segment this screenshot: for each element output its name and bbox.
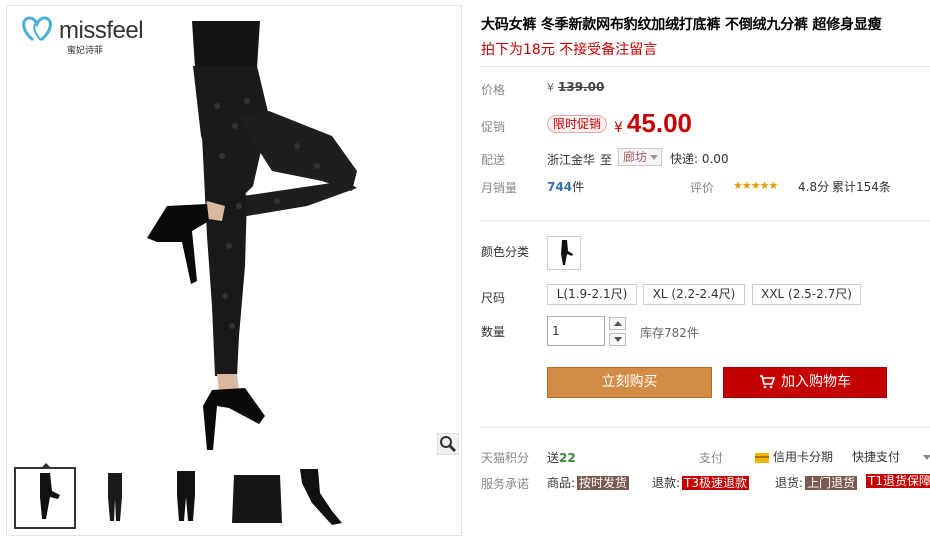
- destination-select[interactable]: 廊坊: [618, 148, 662, 166]
- shipping-fee: 快递: 0.00: [670, 152, 729, 166]
- service-badge: 按时发货: [577, 476, 630, 490]
- color-label: 颜色分类: [481, 245, 530, 259]
- add-to-cart-label: 加入购物车: [781, 374, 851, 390]
- product-info: 大码女裤 冬季新款网布豹纹加绒打底裤 不倒绒九分裤 超修身显瘦 拍下为18元 不…: [481, 0, 930, 541]
- cart-icon: [760, 375, 775, 389]
- quantity-increase-button[interactable]: [609, 317, 626, 330]
- sales-unit: 件: [572, 180, 585, 194]
- quantity-decrease-button[interactable]: [609, 333, 626, 346]
- promotion-price: ¥45.00: [614, 108, 692, 139]
- shipping-to: 至: [600, 153, 613, 167]
- swatch-image: [561, 240, 573, 265]
- size-label: 尺码: [481, 291, 506, 305]
- size-option-xl[interactable]: XL (2.2-2.4尺): [643, 284, 745, 305]
- points-label: 天猫积分: [481, 451, 530, 465]
- thumbnail-image: [108, 473, 122, 521]
- shipping-origin: 浙江金华: [547, 153, 596, 167]
- main-product-image[interactable]: missfeel 蜜妃诗菲: [7, 6, 461, 457]
- promo-note: 拍下为18元 不接受备注留言: [481, 42, 658, 58]
- zoom-button[interactable]: [437, 433, 459, 455]
- thumbnail-2[interactable]: [86, 467, 148, 529]
- service-refund: 退款: T3极速退款: [652, 474, 751, 491]
- thumbnail-5[interactable]: [298, 467, 360, 529]
- monthly-sales-label: 月销量: [481, 181, 518, 195]
- shipping-label: 配送: [481, 153, 506, 167]
- divider: [481, 427, 930, 428]
- star-rating-icon: ★★★★★: [733, 179, 778, 192]
- thumbnail-image: [300, 469, 342, 525]
- promotion-price-value: 45.00: [626, 108, 692, 138]
- thumbnail-3[interactable]: [157, 467, 219, 529]
- points-value: 22: [559, 451, 576, 465]
- magnifier-icon: [440, 436, 457, 453]
- promotion-tag: 限时促销: [547, 115, 608, 133]
- buy-now-button[interactable]: 立刻购买: [547, 367, 712, 398]
- monthly-sales: 744件: [547, 178, 584, 195]
- currency-symbol: ¥: [614, 120, 623, 136]
- credit-installment-label: 信用卡分期: [773, 450, 834, 464]
- service-badge: T1退货保障: [866, 474, 930, 488]
- service-guarantee: T1退货保障: [864, 474, 930, 489]
- leggings-model-image: [147, 21, 357, 450]
- quantity-input[interactable]: 1: [547, 316, 605, 346]
- service-prefix: 商品:: [547, 476, 576, 490]
- rating-label: 评价: [690, 181, 715, 195]
- product-title: 大码女裤 冬季新款网布豹纹加绒打底裤 不倒绒九分裤 超修身显瘦: [481, 17, 882, 33]
- points-reward: 送22: [547, 449, 576, 466]
- service-goods: 商品: 按时发货: [547, 474, 631, 491]
- service-badge: T3极速退款: [682, 476, 750, 490]
- size-option-xxl[interactable]: XXL (2.5-2.7尺): [752, 284, 861, 305]
- currency-symbol: ¥: [547, 81, 554, 94]
- size-option-l[interactable]: L(1.9-2.1尺): [547, 284, 637, 305]
- product-gallery: missfeel 蜜妃诗菲: [6, 5, 462, 536]
- thumbnail-4[interactable]: [228, 467, 290, 529]
- points-prefix: 送: [547, 451, 560, 465]
- rating-score: 4.8分: [798, 180, 830, 194]
- chevron-down-icon: [650, 155, 658, 160]
- service-badge: 上门退货: [805, 476, 858, 490]
- thumbnail-strip: [14, 467, 454, 531]
- service-label: 服务承诺: [481, 477, 530, 491]
- service-prefix: 退款:: [652, 476, 681, 490]
- original-price: ¥139.00: [547, 80, 604, 94]
- thumbnail-1[interactable]: [14, 467, 76, 529]
- stock-count: 库存782件: [640, 326, 699, 340]
- thumbnail-image: [40, 473, 60, 519]
- sales-count: 744: [547, 180, 573, 194]
- color-swatch[interactable]: [547, 236, 581, 270]
- payment-label: 支付: [699, 451, 724, 465]
- promotion-label: 促销: [481, 120, 506, 134]
- divider: [481, 220, 930, 221]
- thumbnail-image: [177, 471, 195, 521]
- price-label: 价格: [481, 83, 506, 97]
- service-prefix: 退货:: [775, 476, 804, 490]
- credit-card-icon: [755, 452, 769, 463]
- review-count[interactable]: 累计154条: [832, 178, 891, 195]
- original-price-value: 139.00: [558, 80, 605, 94]
- chevron-down-icon[interactable]: [923, 455, 930, 460]
- quantity-label: 数量: [481, 325, 506, 339]
- quick-pay[interactable]: 快捷支付: [852, 448, 900, 465]
- thumbnail-image: [232, 475, 282, 523]
- add-to-cart-button[interactable]: 加入购物车: [723, 367, 887, 398]
- credit-installment[interactable]: 信用卡分期: [755, 448, 833, 465]
- destination-value: 廊坊: [623, 150, 648, 164]
- service-return: 退货: 上门退货: [775, 474, 859, 491]
- divider: [481, 66, 930, 67]
